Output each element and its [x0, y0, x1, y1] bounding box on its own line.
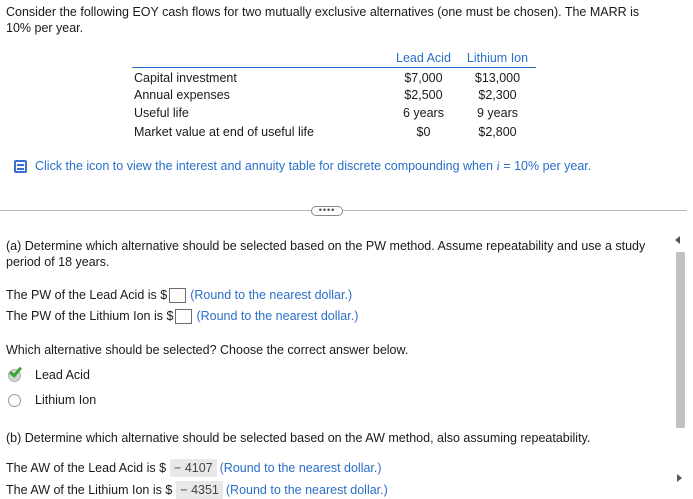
problem-statement: Consider the following EOY cash flows fo…	[6, 5, 640, 35]
round-hint: (Round to the nearest dollar.)	[225, 483, 388, 497]
row-label: Annual expenses	[134, 87, 230, 102]
part-b-question: (b) Determine which alternative should b…	[6, 431, 591, 445]
pw-lead-line: The PW of the Lead Acid is $ (Round to t…	[6, 286, 352, 304]
table-row: Market value at end of useful life $0 $2…	[132, 123, 536, 142]
radio-lead-acid[interactable]	[8, 363, 23, 382]
scroll-up-arrow-icon[interactable]	[675, 236, 680, 244]
round-hint: (Round to the nearest dollar.)	[219, 461, 382, 475]
header-lead-acid: Lead Acid	[388, 49, 459, 68]
row-label: Market value at end of useful life	[134, 124, 314, 139]
section-divider	[0, 210, 687, 211]
checkmark-icon	[8, 363, 23, 378]
pw-lithium-line: The PW of the Lithium Ion is $ (Round to…	[6, 307, 358, 325]
option-lithium-ion[interactable]: Lithium Ion	[8, 391, 96, 409]
vertical-scrollbar[interactable]	[670, 230, 688, 491]
interest-table-link-line: Click the icon to view the interest and …	[14, 159, 591, 174]
row-label: Capital investment	[134, 70, 237, 85]
lead-value: $7,000	[404, 70, 443, 85]
lithium-value: $2,300	[478, 87, 517, 102]
table-header-row: Lead Acid Lithium Ion	[132, 49, 537, 68]
link-text-end: = 10% per year.	[499, 159, 592, 173]
aw-lead-value: − 4107	[170, 459, 217, 477]
choose-prompt: Which alternative should be selected? Ch…	[6, 343, 409, 357]
lead-value: $2,500	[404, 87, 443, 102]
table-row: Useful life 6 years 9 years	[132, 104, 536, 123]
scroll-thumb[interactable]	[676, 252, 685, 428]
interest-table-link[interactable]: Click the icon to view the interest and …	[35, 159, 591, 174]
table-row: Capital investment $7,000 $13,000	[132, 67, 536, 86]
aw-lead-label: The AW of the Lead Acid is $	[6, 461, 167, 475]
aw-lead-line: The AW of the Lead Acid is $ − 4107 (Rou…	[6, 459, 382, 477]
row-label: Useful life	[134, 106, 189, 121]
lithium-value: 9 years	[477, 106, 518, 121]
round-hint: (Round to the nearest dollar.)	[190, 288, 353, 302]
table-row: Annual expenses $2,500 $2,300	[132, 86, 536, 105]
table-header-blank	[132, 49, 388, 68]
lead-value: $0	[416, 124, 431, 139]
lithium-value: $13,000	[474, 70, 521, 85]
option-label: Lead Acid	[35, 368, 90, 382]
round-hint: (Round to the nearest dollar.)	[196, 309, 359, 323]
aw-lithium-label: The AW of the Lithium Ion is $	[6, 483, 173, 497]
part-a-question: (a) Determine which alternative should b…	[6, 239, 646, 269]
option-label: Lithium Ion	[35, 393, 97, 407]
header-lithium-ion: Lithium Ion	[458, 49, 537, 68]
lithium-value: $2,800	[478, 124, 517, 139]
option-lead-acid[interactable]: Lead Acid	[8, 363, 90, 384]
link-text: Click the icon to view the interest and …	[35, 159, 497, 173]
pw-lithium-label: The PW of the Lithium Ion is $	[6, 309, 174, 323]
radio-lithium-ion[interactable]	[8, 393, 21, 407]
pw-lithium-answer-box[interactable]	[175, 308, 193, 324]
aw-lithium-value: − 4351	[176, 481, 223, 499]
expand-more-button[interactable]: ••••	[311, 206, 343, 216]
aw-lithium-line: The AW of the Lithium Ion is $ − 4351 (R…	[6, 481, 388, 499]
lead-value: 6 years	[402, 106, 444, 121]
book-icon[interactable]	[14, 160, 27, 173]
scroll-down-arrow-icon[interactable]	[677, 474, 682, 482]
pw-lead-answer-box[interactable]	[169, 287, 187, 303]
cash-flow-table: Lead Acid Lithium Ion Capital investment…	[132, 49, 537, 142]
pw-lead-label: The PW of the Lead Acid is $	[6, 288, 168, 302]
